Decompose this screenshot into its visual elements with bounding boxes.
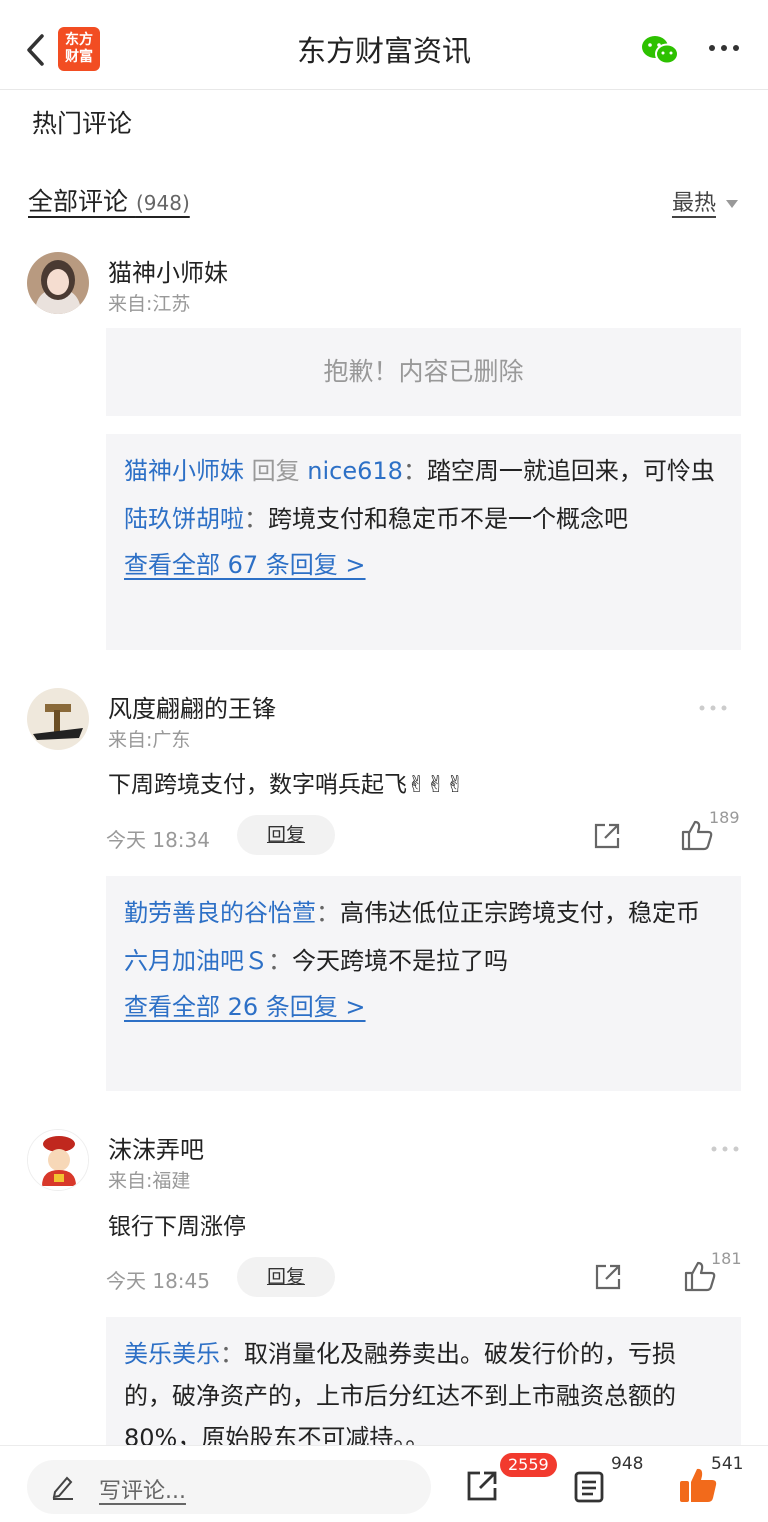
reply-text: 踏空周一就追回来，可怜虫 bbox=[426, 457, 715, 485]
bottom-action-bar: 写评论... 2559 948 541 bbox=[0, 1445, 768, 1522]
reply-text: 高伟达低位正宗跨境支付，稳定币 bbox=[340, 899, 700, 927]
comment-time: 今天 18:45 bbox=[106, 1269, 210, 1293]
comment-more-icon[interactable] bbox=[710, 1139, 740, 1152]
reply-word: 回复 bbox=[251, 457, 300, 485]
reply-line: 六月加油吧Ｓ：今天跨境不是拉了吗 bbox=[124, 940, 721, 982]
comment-input-placeholder: 写评论... bbox=[99, 1479, 186, 1504]
reply-username[interactable]: 六月加油吧Ｓ bbox=[124, 947, 268, 975]
like-count: 181 bbox=[711, 1249, 742, 1268]
share-count-badge: 2559 bbox=[500, 1453, 557, 1477]
pen-icon bbox=[51, 1474, 75, 1500]
comment-location: 来自:广东 bbox=[108, 729, 191, 751]
reply-line: 猫神小师妹 回复 nice618：踏空周一就追回来，可怜虫 bbox=[124, 450, 721, 492]
reply-line: 勤劳善良的谷怡萱：高伟达低位正宗跨境支付，稳定币 bbox=[124, 892, 721, 934]
avatar[interactable] bbox=[27, 688, 89, 750]
comment-more-icon[interactable] bbox=[698, 698, 728, 711]
share-icon[interactable] bbox=[592, 821, 622, 851]
reply-preview-box[interactable]: 美乐美乐：取消量化及融券卖出。破发行价的，亏损的，破净资产的，上市后分红达不到上… bbox=[106, 1317, 741, 1445]
wechat-share-icon[interactable] bbox=[640, 34, 680, 66]
share-icon[interactable] bbox=[593, 1262, 623, 1292]
comment-text: 银行下周涨停 bbox=[108, 1214, 246, 1240]
all-comments-tab[interactable]: 全部评论 (948) bbox=[28, 182, 190, 218]
reply-line: 美乐美乐：取消量化及融券卖出。破发行价的，亏损的，破净资产的，上市后分红达不到上… bbox=[124, 1333, 721, 1445]
all-comments-count: (948) bbox=[135, 191, 190, 215]
comment-username[interactable]: 沫沫弄吧 bbox=[108, 1130, 204, 1165]
top-nav-bar: 东方 财富 东方财富资讯 bbox=[0, 0, 768, 90]
dropdown-triangle-icon bbox=[726, 200, 738, 208]
comment-location: 来自:福建 bbox=[108, 1170, 191, 1192]
reply-line: 陆玖饼胡啦：跨境支付和稳定币不是一个概念吧 bbox=[124, 498, 721, 540]
comment-username[interactable]: 风度翩翩的王锋 bbox=[108, 689, 276, 724]
share-icon[interactable] bbox=[466, 1470, 498, 1502]
comments-list-icon[interactable] bbox=[573, 1470, 605, 1504]
like-count: 541 bbox=[711, 1454, 744, 1474]
view-all-replies-link[interactable]: 查看全部 67 条回复 > bbox=[124, 544, 721, 586]
comment-username[interactable]: 猫神小师妹 bbox=[108, 253, 228, 288]
reply-button[interactable]: 回复 bbox=[237, 815, 335, 855]
hot-comments-heading: 热门评论 bbox=[32, 109, 133, 138]
more-options-icon[interactable] bbox=[708, 38, 740, 58]
reply-text: 跨境支付和稳定币不是一个概念吧 bbox=[268, 505, 628, 533]
colon-separator: ： bbox=[402, 457, 427, 485]
reply-button[interactable]: 回复 bbox=[237, 1257, 335, 1297]
sort-dropdown[interactable]: 最热 bbox=[672, 185, 738, 217]
avatar[interactable] bbox=[27, 1129, 89, 1191]
avatar[interactable] bbox=[27, 252, 89, 314]
comment-location: 来自:江苏 bbox=[108, 293, 191, 315]
reply-target-username[interactable]: nice618 bbox=[307, 457, 403, 485]
all-comments-label: 全部评论 bbox=[28, 187, 129, 216]
reply-username[interactable]: 美乐美乐 bbox=[124, 1340, 220, 1368]
reply-preview-box[interactable]: 猫神小师妹 回复 nice618：踏空周一就追回来，可怜虫 陆玖饼胡啦：跨境支付… bbox=[106, 434, 741, 650]
reply-username[interactable]: 猫神小师妹 bbox=[124, 457, 244, 485]
comment-time: 今天 18:34 bbox=[106, 828, 210, 852]
reply-username[interactable]: 勤劳善良的谷怡萱 bbox=[124, 899, 316, 927]
comment-count: 948 bbox=[611, 1454, 644, 1474]
sort-label: 最热 bbox=[671, 191, 716, 216]
colon-separator: ： bbox=[268, 947, 292, 975]
colon-separator: ： bbox=[220, 1340, 244, 1368]
colon-separator: ： bbox=[316, 899, 340, 927]
comment-text: 下周跨境支付，数字哨兵起飞✌✌✌ bbox=[108, 772, 465, 798]
reply-username[interactable]: 陆玖饼胡啦 bbox=[124, 505, 244, 533]
reply-text: 今天跨境不是拉了吗 bbox=[292, 947, 508, 975]
colon-separator: ： bbox=[244, 505, 268, 533]
like-count: 189 bbox=[709, 808, 740, 827]
comment-input[interactable]: 写评论... bbox=[27, 1460, 431, 1514]
view-all-replies-link[interactable]: 查看全部 26 条回复 > bbox=[124, 986, 721, 1028]
reply-preview-box[interactable]: 勤劳善良的谷怡萱：高伟达低位正宗跨境支付，稳定币 六月加油吧Ｓ：今天跨境不是拉了… bbox=[106, 876, 741, 1091]
deleted-content-notice: 抱歉！内容已删除 bbox=[106, 328, 741, 416]
